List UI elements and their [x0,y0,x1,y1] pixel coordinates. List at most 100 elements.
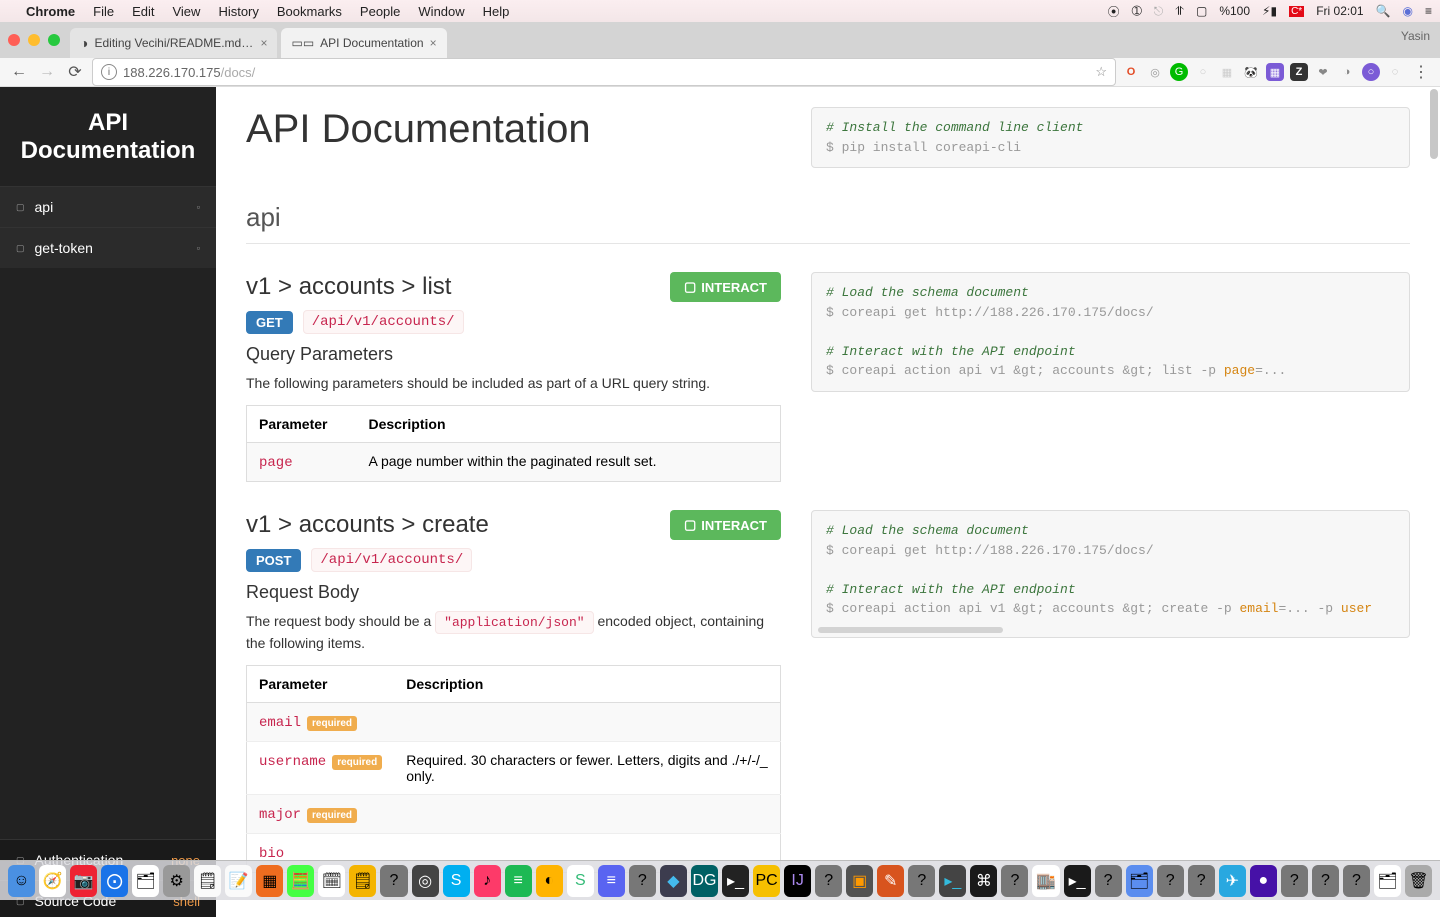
extension-icon[interactable]: ▦ [1266,63,1284,81]
dock-app-icon[interactable]: ? [1095,865,1122,897]
dock-app-icon[interactable]: ▸_ [939,865,966,897]
dock-app-icon[interactable]: S [567,865,594,897]
dock-app-icon[interactable]: 🗂 [1374,865,1401,897]
dock-app-icon[interactable]: ✎ [877,865,904,897]
dock-app-icon[interactable]: 🧮 [287,865,314,897]
dock-app-icon[interactable]: ▸_ [1064,865,1091,897]
dock-app-icon[interactable]: ? [1157,865,1184,897]
dock-app-icon[interactable]: IJ [784,865,811,897]
extension-icon[interactable]: ❤︎ [1314,63,1332,81]
reload-button-icon[interactable]: ⟳ [64,61,86,83]
dock-app-icon[interactable]: ▦ [256,865,283,897]
accessibility-icon[interactable]: ➀ [1132,4,1142,18]
dock-app-icon[interactable]: ? [1343,865,1370,897]
sidebar-item-api[interactable]: ▢api ▫ [0,186,216,227]
menubar-appname[interactable]: Chrome [26,4,75,19]
tab-api-documentation[interactable]: ▭▭ API Documentation × [281,28,446,58]
horizontal-scrollbar[interactable] [818,627,1003,633]
dock-trash-icon[interactable]: 🗑 [1405,865,1432,897]
extension-icon[interactable]: ○ [1362,63,1380,81]
dock-app-icon[interactable]: ≡ [598,865,625,897]
sidebar-item-get-token[interactable]: ▢get-token ▫ [0,227,216,268]
spotlight-icon[interactable]: 🔍 [1376,4,1391,18]
dock-app-icon[interactable]: 🗒 [194,865,221,897]
square-icon: ▢ [16,243,25,254]
dock-app-icon[interactable]: 📷 [70,865,97,897]
dock-app-icon[interactable]: ? [629,865,656,897]
extension-icon[interactable]: ○ [1194,63,1212,81]
address-bar[interactable]: i 188.226.170.175/docs/ ☆ [92,58,1116,86]
dock-app-icon[interactable]: ● [1250,865,1277,897]
flag-icon[interactable]: C* [1289,6,1304,17]
extension-icon[interactable]: 🐼 [1242,63,1260,81]
dock-app-icon[interactable]: 🏬 [1032,865,1059,897]
close-tab-icon[interactable]: × [430,36,437,50]
dock-app-icon[interactable]: 🗂 [1126,865,1153,897]
maximize-window-icon[interactable] [48,34,60,46]
minimize-window-icon[interactable] [28,34,40,46]
extension-icon[interactable]: ▦ [1218,63,1236,81]
dock-app-icon[interactable]: ⚙︎ [163,865,190,897]
extension-icon[interactable]: ◌ [1386,63,1404,81]
site-info-icon[interactable]: i [101,64,117,80]
dock-app-icon[interactable]: 🧭 [39,865,66,897]
dock-app-icon[interactable]: ? [1312,865,1339,897]
dock-app-icon[interactable]: ▸_ [722,865,749,897]
menu-file[interactable]: File [93,4,114,19]
dock-app-icon[interactable]: ◐ [536,865,563,897]
dock-app-icon[interactable]: ◆ [660,865,687,897]
interact-button[interactable]: ▢INTERACT [670,510,781,540]
dock-app-icon[interactable]: S [443,865,470,897]
menu-people[interactable]: People [360,4,400,19]
extension-icon[interactable]: ◑ [1338,63,1356,81]
menu-edit[interactable]: Edit [132,4,154,19]
dock-app-icon[interactable]: 📝 [225,865,252,897]
dock-app-icon[interactable]: ♪ [474,865,501,897]
menu-window[interactable]: Window [418,4,464,19]
page-content: API Documentation ▢api ▫ ▢get-token ▫ ▢A… [0,87,1440,917]
chrome-profile[interactable]: Yasin [1401,29,1430,43]
dock-app-icon[interactable]: ⨀ [101,865,128,897]
chrome-menu-icon[interactable]: ⋮ [1410,61,1432,83]
bluetooth-icon[interactable]: ⎋ [1154,4,1164,19]
dock-app-icon[interactable]: ? [1281,865,1308,897]
siri-icon[interactable]: ◉ [1403,4,1413,18]
close-tab-icon[interactable]: × [260,36,267,50]
close-window-icon[interactable] [8,34,20,46]
clock[interactable]: Fri 02:01 [1316,4,1363,18]
dock-app-icon[interactable]: ✈ [1219,865,1246,897]
dock-app-icon[interactable]: ⌘ [970,865,997,897]
back-button-icon[interactable]: ← [8,61,30,83]
interact-button[interactable]: ▢INTERACT [670,272,781,302]
dock-app-icon[interactable]: ≡ [505,865,532,897]
tab-github-readme[interactable]: ◑ Editing Vecihi/README.md at r × [70,28,277,58]
dock-app-icon[interactable]: ☺ [8,865,35,897]
menu-help[interactable]: Help [483,4,510,19]
menu-view[interactable]: View [172,4,200,19]
dock-app-icon[interactable]: 🗂 [132,865,159,897]
wifi-icon[interactable]: ⥣ [1175,4,1184,19]
dock-app-icon[interactable]: ◎ [412,865,439,897]
menu-bookmarks[interactable]: Bookmarks [277,4,342,19]
dock-app-icon[interactable]: ? [908,865,935,897]
macos-menubar: Chrome File Edit View History Bookmarks … [0,0,1440,22]
extension-icon[interactable]: G [1170,63,1188,81]
dock-app-icon[interactable]: ? [1001,865,1028,897]
screenrecord-icon[interactable]: ⦿ [1108,3,1120,20]
extension-icon[interactable]: ◎ [1146,63,1164,81]
dock-app-icon[interactable]: ? [1188,865,1215,897]
dock-app-icon[interactable]: ? [815,865,842,897]
menu-history[interactable]: History [218,4,258,19]
dock-app-icon[interactable]: DG [691,865,718,897]
airplay-icon[interactable]: ▢ [1196,4,1207,18]
dock-app-icon[interactable]: ? [380,865,407,897]
notifications-icon[interactable]: ≡ [1425,4,1432,18]
dock-app-icon[interactable]: ▣ [846,865,873,897]
dock-app-icon[interactable]: 🗒 [349,865,376,897]
dock-app-icon[interactable]: PC [753,865,780,897]
bookmark-star-icon[interactable]: ☆ [1095,64,1107,80]
extension-icon[interactable]: O [1122,63,1140,81]
extension-icon[interactable]: Z [1290,63,1308,81]
scrollbar-thumb[interactable] [1430,89,1438,159]
dock-app-icon[interactable]: 🗓 [318,865,345,897]
